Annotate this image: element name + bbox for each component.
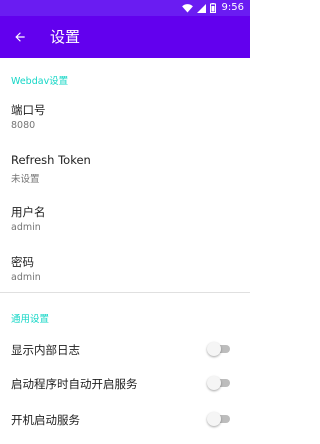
status-time: 9:56 [221, 2, 244, 13]
section-divider [0, 292, 250, 293]
page-title: 设置 [50, 28, 81, 46]
pref-summary: 未设置 [11, 174, 40, 185]
auto-start-switch[interactable] [207, 375, 231, 391]
settings-screen: 9:56 设置 Webdav设置 端口号 8080 Refresh Token … [0, 0, 250, 444]
pref-boot-start-service[interactable]: 开机启动服务 [0, 404, 250, 434]
wifi-icon [181, 3, 193, 13]
pref-summary: admin [11, 222, 41, 233]
status-icons: 9:56 [181, 0, 244, 16]
app-bar: 设置 [0, 16, 250, 58]
pref-title: 显示内部日志 [11, 343, 80, 357]
switch-thumb [207, 412, 221, 426]
pref-title: 端口号 [11, 103, 46, 117]
battery-icon [209, 3, 216, 13]
pref-username[interactable]: 用户名 admin [0, 194, 250, 240]
cellular-signal-icon [196, 3, 206, 13]
show-log-switch[interactable] [207, 341, 231, 357]
arrow-back-icon [15, 32, 25, 42]
category-general: 通用设置 [11, 314, 50, 325]
pref-title: 启动程序时自动开启服务 [11, 377, 138, 391]
pref-title: 密码 [11, 255, 34, 269]
pref-summary: admin [11, 272, 41, 283]
back-button[interactable] [6, 23, 34, 51]
pref-title: 用户名 [11, 205, 46, 219]
pref-summary: 8080 [11, 120, 36, 131]
boot-start-switch[interactable] [207, 411, 231, 427]
pref-port[interactable]: 端口号 8080 [0, 92, 250, 138]
pref-auto-start-service[interactable]: 启动程序时自动开启服务 [0, 368, 250, 398]
category-webdav: Webdav设置 [11, 76, 69, 87]
switch-thumb [207, 342, 221, 356]
pref-title: Refresh Token [11, 153, 91, 167]
pref-refresh-token[interactable]: Refresh Token 未设置 [0, 143, 250, 189]
switch-thumb [207, 376, 221, 390]
pref-title: 开机启动服务 [11, 413, 80, 427]
pref-password[interactable]: 密码 admin [0, 244, 250, 290]
pref-show-internal-log[interactable]: 显示内部日志 [0, 334, 250, 364]
status-bar: 9:56 [0, 0, 250, 16]
